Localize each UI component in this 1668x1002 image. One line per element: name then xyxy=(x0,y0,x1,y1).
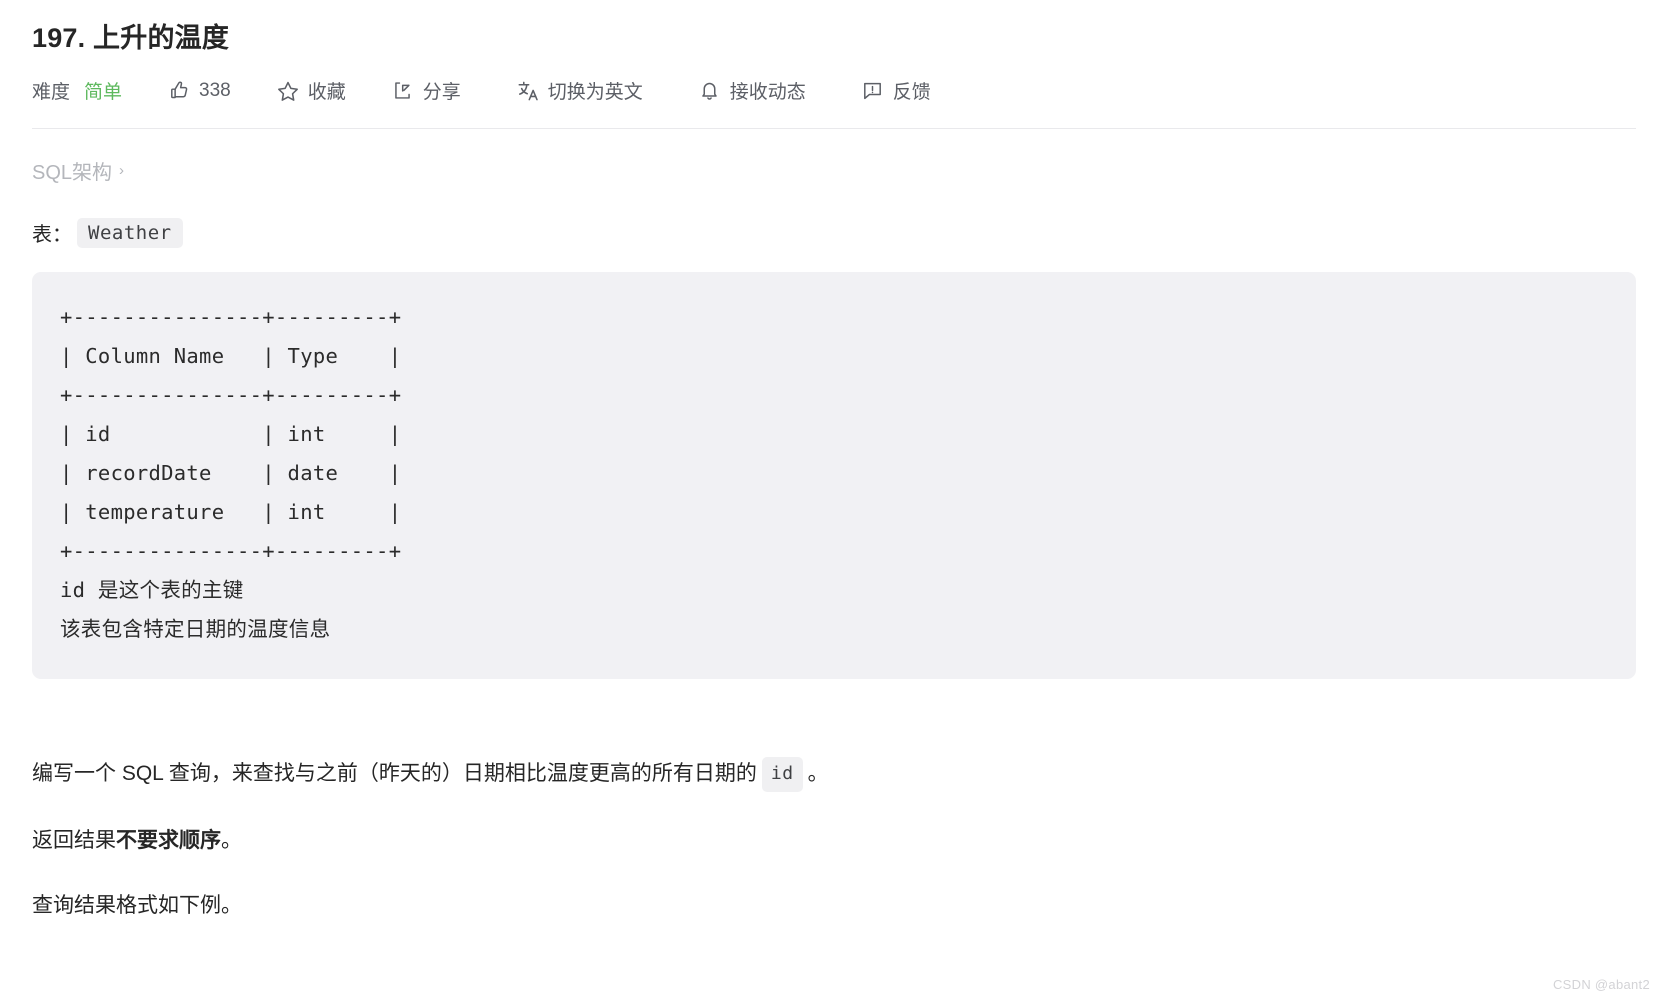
subscribe-button[interactable]: 接收动态 xyxy=(699,77,806,104)
table-caption: 表： Weather xyxy=(32,217,1636,248)
schema-code-block: +---------------+---------+ | Column Nam… xyxy=(32,271,1636,679)
star-icon xyxy=(277,80,299,102)
breadcrumb[interactable]: SQL架构 › xyxy=(32,156,1636,185)
inline-code-id: id xyxy=(761,756,803,792)
description-paragraph-1: 编写一个 SQL 查询，来查找与之前（昨天的）日期相比温度更高的所有日期的 id… xyxy=(32,756,1636,792)
problem-page: 197. 上升的温度 难度 简单 338 收藏 分享 切换为英文 接收动态 反馈… xyxy=(0,0,1668,1002)
chevron-right-icon: › xyxy=(119,161,125,179)
favorite-button[interactable]: 收藏 xyxy=(277,77,346,104)
difficulty-label: 难度 xyxy=(32,82,71,104)
translate-icon xyxy=(517,80,539,102)
translate-label: 切换为英文 xyxy=(547,82,643,104)
feedback-icon xyxy=(862,80,884,102)
description-text-1a: 编写一个 SQL 查询，来查找与之前（昨天的）日期相比温度更高的所有日期的 xyxy=(32,762,757,786)
share-label: 分享 xyxy=(422,82,461,104)
description-text-2b: 。 xyxy=(221,828,242,852)
problem-toolbar: 难度 简单 338 收藏 分享 切换为英文 接收动态 反馈 xyxy=(32,76,1636,106)
difficulty-group: 难度 简单 xyxy=(32,77,122,104)
bell-icon xyxy=(699,80,721,102)
breadcrumb-label: SQL架构 xyxy=(32,161,113,184)
like-button[interactable]: 338 xyxy=(168,80,231,102)
page-title: 197. 上升的温度 xyxy=(32,23,230,53)
description-text-2a: 返回结果 xyxy=(32,828,116,852)
translate-button[interactable]: 切换为英文 xyxy=(517,77,643,104)
subscribe-label: 接收动态 xyxy=(729,82,806,104)
schema-code-text: +---------------+---------+ | Column Nam… xyxy=(60,304,402,641)
share-button[interactable]: 分享 xyxy=(392,77,461,104)
difficulty-value: 简单 xyxy=(84,82,123,104)
thumbs-up-icon xyxy=(168,80,190,102)
favorite-label: 收藏 xyxy=(307,82,346,104)
share-icon xyxy=(392,80,414,102)
table-caption-label: 表： xyxy=(32,224,72,247)
watermark: CSDN @abant2 xyxy=(1552,977,1650,992)
description-emphasis: 不要求顺序 xyxy=(116,828,221,852)
table-name-chip: Weather xyxy=(77,217,183,248)
like-count: 338 xyxy=(199,79,231,101)
feedback-label: 反馈 xyxy=(892,82,931,104)
description-text-1b: 。 xyxy=(807,762,829,786)
feedback-button[interactable]: 反馈 xyxy=(862,77,931,104)
description-paragraph-3: 查询结果格式如下例。 xyxy=(32,894,242,918)
header-divider xyxy=(32,127,1636,129)
description-section: 编写一个 SQL 查询，来查找与之前（昨天的）日期相比温度更高的所有日期的 id… xyxy=(32,756,1636,923)
description-paragraph-2: 返回结果 不要求顺序 。 xyxy=(32,824,1636,858)
